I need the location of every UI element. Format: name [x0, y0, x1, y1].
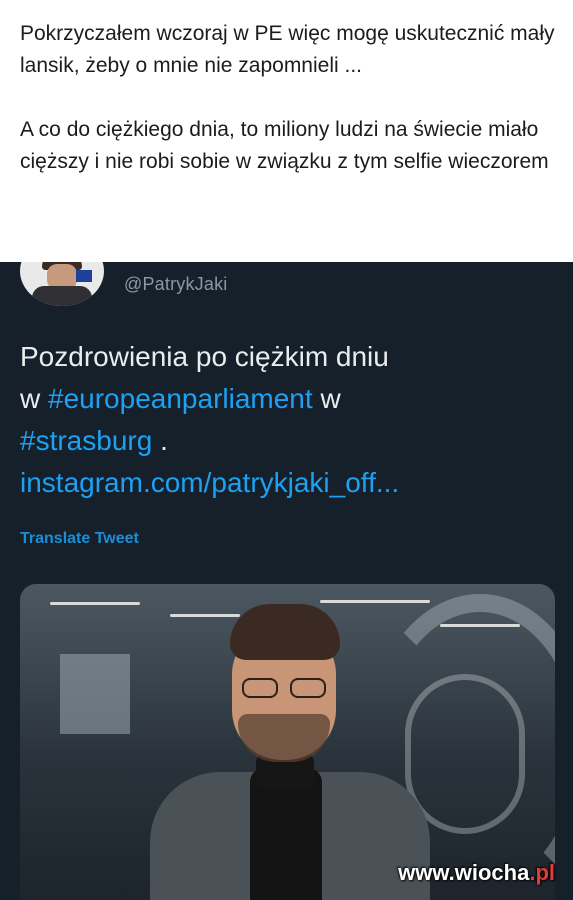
post-paragraph-2: A co do ciężkiego dnia, to miliony ludzi…	[20, 118, 549, 173]
translate-tweet-link[interactable]: Translate Tweet	[20, 530, 139, 548]
tweet-link[interactable]: instagram.com/patrykjaki_off...	[20, 462, 560, 504]
watermark-suffix: .pl	[529, 860, 555, 885]
person-portrait	[150, 604, 430, 900]
tweet-line-3: #strasburg .	[20, 420, 560, 462]
tweet-line-1: Pozdrowienia po ciężkim dniu	[20, 341, 389, 372]
hashtag-strasburg[interactable]: #strasburg	[20, 425, 152, 456]
site-watermark: www.wiocha.pl	[398, 860, 555, 886]
tweet-header: @PatrykJaki	[20, 262, 560, 310]
post-caption: Pokrzyczałem wczoraj w PE więc mogę usku…	[20, 18, 560, 178]
tweet-word-w: w	[20, 383, 41, 414]
hashtag-europeanparliament[interactable]: #europeanparliament	[48, 383, 313, 414]
post-paragraph-1: Pokrzyczałem wczoraj w PE więc mogę usku…	[20, 22, 555, 77]
tweet-period: .	[160, 425, 168, 456]
tweet-screenshot-image: @PatrykJaki Pozdrowienia po ciężkim dniu…	[0, 262, 573, 900]
tweet-word-w: w	[320, 383, 341, 414]
avatar[interactable]	[20, 262, 104, 306]
tweet-text: Pozdrowienia po ciężkim dniu w #european…	[20, 336, 560, 504]
tweet-photo[interactable]	[20, 584, 555, 900]
tweet-handle[interactable]: @PatrykJaki	[124, 274, 228, 295]
tweet-line-2: w #europeanparliament w	[20, 378, 560, 420]
watermark-main: www.wiocha	[398, 860, 530, 885]
